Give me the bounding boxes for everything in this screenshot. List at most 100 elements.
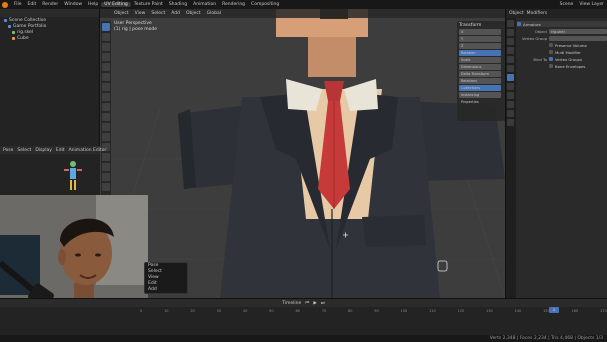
poly-build-tool-icon[interactable] bbox=[102, 153, 110, 161]
outliner-item[interactable]: Cube bbox=[0, 35, 99, 41]
rig-figure-icon[interactable] bbox=[62, 160, 84, 192]
modifier-header[interactable]: Armature bbox=[517, 21, 607, 27]
viewport-header: Object View Select Add Object Global bbox=[100, 9, 505, 18]
tab-rendering[interactable]: Rendering bbox=[219, 2, 248, 7]
timeline-header: Timeline ⏮ ▶ ⏭ bbox=[0, 299, 607, 307]
output-props-icon[interactable] bbox=[507, 38, 514, 45]
jump-start-icon[interactable]: ⏮ bbox=[305, 300, 309, 306]
collection-icon bbox=[4, 18, 7, 22]
npanel-field-y[interactable]: Y bbox=[459, 36, 501, 42]
properties-context[interactable]: Object bbox=[509, 11, 524, 16]
menu-render[interactable]: Render bbox=[39, 2, 61, 7]
play-icon[interactable]: ▶ bbox=[313, 301, 316, 306]
npanel-field-x[interactable]: X bbox=[459, 29, 501, 35]
tool-props-icon[interactable] bbox=[507, 20, 514, 27]
3d-viewport[interactable]: Object View Select Add Object Global Use… bbox=[100, 9, 505, 298]
viewport-mode[interactable]: Object bbox=[114, 11, 129, 16]
annotate-tool-icon[interactable] bbox=[102, 83, 110, 91]
material-props-icon[interactable] bbox=[507, 119, 514, 126]
object-field[interactable]: rig.skel bbox=[549, 28, 607, 34]
rig-tab-pose[interactable]: Pose bbox=[3, 148, 13, 153]
modifier-name[interactable]: Armature bbox=[523, 22, 541, 27]
spin-tool-icon[interactable] bbox=[102, 163, 110, 171]
rig-tab-edit[interactable]: Edit bbox=[56, 148, 65, 153]
render-props-icon[interactable] bbox=[507, 29, 514, 36]
vertex-group-field[interactable] bbox=[549, 35, 607, 41]
jump-end-icon[interactable]: ⏭ bbox=[321, 300, 325, 306]
npanel-field-instancing[interactable]: Instancing bbox=[459, 92, 501, 98]
current-frame-indicator[interactable]: 1 bbox=[549, 307, 559, 313]
loop-cut-tool-icon[interactable] bbox=[102, 133, 110, 141]
scale-tool-icon[interactable] bbox=[102, 63, 110, 71]
menu-help[interactable]: Help bbox=[85, 2, 101, 7]
properties-header: Object Modifiers bbox=[506, 9, 607, 18]
transform-tool-icon[interactable] bbox=[102, 73, 110, 81]
shear-tool-icon[interactable] bbox=[102, 183, 110, 191]
prop-row-preserve-volume: Preserve Volume bbox=[517, 42, 607, 48]
tab-shading[interactable]: Shading bbox=[166, 2, 190, 7]
bevel-tool-icon[interactable] bbox=[102, 123, 110, 131]
cursor-tool-icon[interactable] bbox=[102, 33, 110, 41]
menu-window[interactable]: Window bbox=[61, 2, 85, 7]
extrude-tool-icon[interactable] bbox=[102, 103, 110, 111]
constraints-props-icon[interactable] bbox=[507, 101, 514, 108]
rig-panel: Pose Select Display Edit Animation Edito… bbox=[0, 146, 106, 195]
inset-tool-icon[interactable] bbox=[102, 113, 110, 121]
tab-animation[interactable]: Animation bbox=[190, 2, 219, 7]
viewport-info-text: User Perspective (1) rig | pose mode bbox=[114, 21, 158, 32]
scene-statistics: Verts 2,348 | Faces 2,234 | Tris 4,468 |… bbox=[489, 336, 603, 341]
blender-logo-icon[interactable] bbox=[2, 1, 8, 8]
world-props-icon[interactable] bbox=[507, 56, 514, 63]
tab-texture-paint[interactable]: Texture Paint bbox=[131, 2, 166, 7]
npanel-field-properties[interactable]: Properties bbox=[459, 99, 501, 105]
properties-tab-modifiers[interactable]: Modifiers bbox=[527, 11, 548, 16]
npanel-field-scale[interactable]: Scale bbox=[459, 57, 501, 63]
rotate-tool-icon[interactable] bbox=[102, 53, 110, 61]
particles-props-icon[interactable] bbox=[507, 83, 514, 90]
scene-props-icon[interactable] bbox=[507, 47, 514, 54]
npanel-field-relations[interactable]: Relations bbox=[459, 78, 501, 84]
rig-panel-header: Pose Select Display Edit Animation Edito… bbox=[0, 146, 106, 154]
preserve-volume-checkbox[interactable] bbox=[549, 43, 553, 47]
prop-row-bind-to: Bind To Vertex Groups bbox=[533, 56, 582, 62]
bone-envelopes-checkbox[interactable] bbox=[549, 64, 553, 68]
transform-orientation[interactable]: Global bbox=[207, 11, 221, 16]
menu-item-add[interactable]: Add bbox=[145, 287, 187, 293]
rig-tab-display[interactable]: Display bbox=[35, 148, 52, 153]
character-model bbox=[100, 9, 505, 298]
tab-compositing[interactable]: Compositing bbox=[248, 2, 282, 7]
timeline-title[interactable]: Timeline bbox=[282, 301, 301, 306]
npanel-field-rotation[interactable]: Rotation bbox=[459, 50, 501, 56]
vertex-groups-checkbox[interactable] bbox=[549, 57, 553, 61]
mesh-icon bbox=[12, 36, 15, 40]
tool-shelf bbox=[101, 21, 111, 206]
pose-context-menu: Pose Select View Edit Add bbox=[144, 262, 188, 294]
npanel-field-dimensions[interactable]: Dimensions bbox=[459, 64, 501, 70]
rig-tab-select[interactable]: Select bbox=[17, 148, 31, 153]
physics-props-icon[interactable] bbox=[507, 92, 514, 99]
menu-edit[interactable]: Edit bbox=[25, 2, 40, 7]
npanel-field-delta[interactable]: Delta Transform bbox=[459, 71, 501, 77]
rig-panel-title: Animation Editor bbox=[68, 147, 107, 153]
data-props-icon[interactable] bbox=[507, 110, 514, 117]
viewport-menu-view[interactable]: View bbox=[135, 11, 146, 16]
npanel-field-z[interactable]: Z bbox=[459, 43, 501, 49]
modifier-props-icon[interactable] bbox=[507, 74, 514, 81]
prop-row-multi-modifier: Multi Modifier bbox=[517, 49, 607, 55]
measure-tool-icon[interactable] bbox=[102, 93, 110, 101]
viewport-menu-select[interactable]: Select bbox=[151, 11, 165, 16]
timeline-ruler[interactable]: 0 10 20 30 40 50 60 70 80 90 100 110 120… bbox=[140, 309, 607, 313]
multi-modifier-checkbox[interactable] bbox=[549, 50, 553, 54]
view-layer-selector[interactable]: View Layer bbox=[576, 2, 607, 7]
move-tool-icon[interactable] bbox=[102, 43, 110, 51]
outliner-panel: Scene Collection Game Portfolio rig.skel… bbox=[0, 9, 100, 146]
viewport-menu-object[interactable]: Object bbox=[186, 11, 201, 16]
scene-selector[interactable]: Scene bbox=[557, 2, 577, 7]
tab-uv-editing[interactable]: UV Editing bbox=[101, 2, 131, 7]
select-box-tool-icon[interactable] bbox=[102, 23, 110, 31]
smooth-tool-icon[interactable] bbox=[102, 173, 110, 181]
npanel-field-collections[interactable]: Collections bbox=[459, 85, 501, 91]
viewport-menu-add[interactable]: Add bbox=[171, 11, 180, 16]
menu-file[interactable]: File bbox=[11, 2, 25, 7]
object-props-icon[interactable] bbox=[507, 65, 514, 72]
